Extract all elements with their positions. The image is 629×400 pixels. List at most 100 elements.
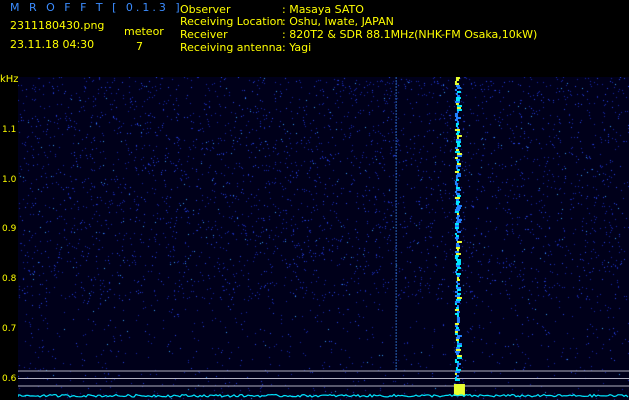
meteor-trace-mark xyxy=(456,91,461,93)
meteor-trace-mark xyxy=(456,213,459,215)
meteor-trace-mark xyxy=(455,217,459,219)
meteor-trace-mark xyxy=(395,122,397,124)
meteor-trace-mark xyxy=(395,233,397,235)
meteor-trace-mark xyxy=(454,359,457,361)
meteor-trace-mark xyxy=(454,101,460,103)
meteor-trace-mark xyxy=(455,239,458,241)
meteor-trace-mark xyxy=(395,107,397,109)
meteor-trace-mark xyxy=(456,131,460,133)
meteor-trace-mark xyxy=(454,323,459,325)
meteor-trace-mark xyxy=(395,113,397,115)
meteor-trace-mark xyxy=(395,221,397,223)
meteor-trace-mark xyxy=(395,200,397,202)
meteor-trace-mark xyxy=(455,259,461,261)
frequency-tick-label: 1.1 xyxy=(2,125,17,135)
meteor-trace-mark xyxy=(395,326,397,328)
meteor-trace-mark xyxy=(395,197,397,199)
meteor-trace-mark xyxy=(455,85,460,87)
frequency-tick-label: 1.0 xyxy=(2,174,17,185)
meteor-trace-mark xyxy=(395,101,397,103)
meteor-trace-mark xyxy=(456,137,459,139)
meteor-trace-mark xyxy=(395,98,397,100)
meteor-trace-mark xyxy=(455,77,460,79)
meteor-trace-mark xyxy=(456,297,462,299)
meteor-trace-mark xyxy=(395,248,397,250)
frequency-tick-label: 0.6 xyxy=(2,373,17,384)
meteor-trace-mark xyxy=(395,215,397,217)
meteor-trace-mark xyxy=(395,332,397,334)
meteor-trace-mark xyxy=(454,295,460,297)
meteor-trace-mark xyxy=(455,103,459,105)
meteor-trace-mark xyxy=(395,158,397,160)
meteor-trace-mark xyxy=(456,335,462,337)
meteor-trace-mark xyxy=(454,113,458,115)
meteor-trace-mark xyxy=(456,215,460,217)
meteor-trace-mark xyxy=(395,128,397,130)
meteor-trace-mark xyxy=(456,241,462,243)
meteor-peak-mark xyxy=(453,384,465,396)
meteor-count-label: meteor xyxy=(124,25,164,38)
meteor-trace-mark xyxy=(454,291,458,293)
meteor-trace-mark xyxy=(395,95,397,97)
meteor-trace-mark xyxy=(454,191,457,193)
info-receiver: Receiver: 820T2 & SDR 88.1MHz(NHK-FM Osa… xyxy=(180,29,537,40)
meteor-trace-mark xyxy=(456,169,460,171)
meteor-trace-mark xyxy=(395,365,397,367)
meteor-trace-mark xyxy=(455,189,461,191)
meteor-trace-mark xyxy=(455,187,460,189)
meteor-trace-mark xyxy=(395,110,397,112)
meteor-trace-mark xyxy=(456,293,461,295)
meteor-trace-mark xyxy=(395,77,397,79)
meteor-trace-mark xyxy=(395,263,397,265)
meteor-trace-mark xyxy=(395,227,397,229)
info-receiver-key: Receiver xyxy=(180,28,228,41)
meteor-trace-mark xyxy=(395,92,397,94)
meteor-trace-mark xyxy=(455,201,460,203)
meteor-trace-mark xyxy=(454,83,459,85)
meteor-trace-mark xyxy=(456,305,459,307)
info-antenna-value: : Yagi xyxy=(282,41,312,54)
meteor-trace-mark xyxy=(454,373,457,375)
meteor-trace-mark xyxy=(456,109,462,111)
meteor-trace-mark xyxy=(395,167,397,169)
info-location: Receiving Location: Oshu, Iwate, JAPAN xyxy=(180,16,394,27)
meteor-trace-mark xyxy=(455,165,461,167)
meteor-trace-mark xyxy=(454,211,459,213)
meteor-trace-mark xyxy=(456,319,460,321)
meteor-trace-mark xyxy=(456,343,462,345)
meteor-trace-mark xyxy=(454,183,458,185)
meteor-trace-mark xyxy=(395,80,397,82)
meteor-trace-mark xyxy=(395,317,397,319)
meteor-trace-mark xyxy=(456,357,462,359)
meteor-trace-mark xyxy=(395,287,397,289)
meteor-trace-mark xyxy=(395,236,397,238)
meteor-trace-mark xyxy=(395,302,397,304)
frequency-tick-label: 0.7 xyxy=(2,323,17,334)
meteor-trace-mark xyxy=(456,317,460,319)
meteor-trace-mark xyxy=(455,281,458,283)
meteor-trace-mark xyxy=(454,361,459,363)
meteor-trace-mark xyxy=(454,313,459,315)
meteor-trace-mark xyxy=(456,261,461,263)
meteor-trace-mark xyxy=(456,127,459,129)
meteor-trace-mark xyxy=(454,301,460,303)
meteor-trace-mark xyxy=(454,351,460,353)
meteor-trace-mark xyxy=(455,273,461,275)
meteor-trace-mark xyxy=(454,379,460,381)
meteor-trace-mark xyxy=(455,263,461,265)
meteor-trace-mark xyxy=(395,335,397,337)
meteor-trace-mark xyxy=(395,104,397,106)
meteor-trace-mark xyxy=(395,344,397,346)
meteor-trace-mark xyxy=(395,323,397,325)
meteor-trace-mark xyxy=(395,320,397,322)
meteor-trace-mark xyxy=(395,191,397,193)
meteor-trace-mark xyxy=(395,239,397,241)
meteor-trace-mark xyxy=(456,355,462,357)
meteor-trace-mark xyxy=(455,99,460,101)
meteor-trace-mark xyxy=(455,285,458,287)
info-observer-key: Observer xyxy=(180,3,231,16)
meteor-trace-mark xyxy=(456,173,461,175)
meteor-trace-mark xyxy=(395,275,397,277)
meteor-trace-mark xyxy=(454,181,457,183)
meteor-trace-mark xyxy=(455,299,461,301)
